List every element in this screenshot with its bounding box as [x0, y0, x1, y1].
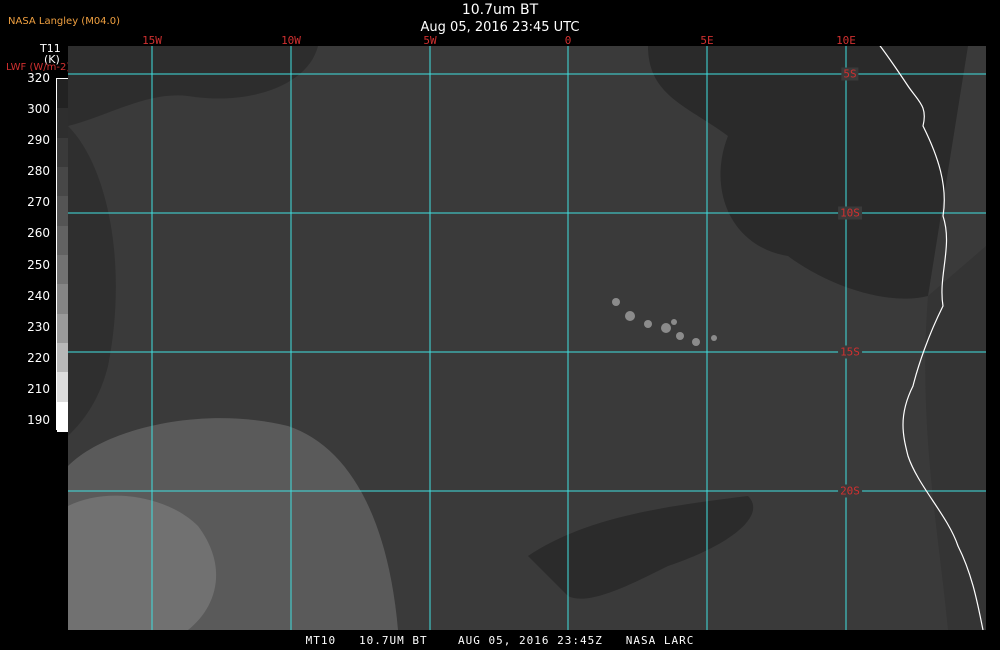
longitude-label: 5E	[700, 34, 714, 47]
colorbar-tick-label: 190	[27, 413, 50, 427]
colorbar-tick-label: 240	[27, 288, 50, 303]
longitude-label: 0	[564, 34, 572, 47]
product-title: 10.7um BT	[461, 2, 539, 18]
colorbar-tick-label: 250	[27, 257, 50, 272]
colorbar-tick-label: 260	[27, 226, 50, 241]
colorbar-tick-label: 230	[27, 319, 50, 334]
cloud-cell	[661, 323, 671, 333]
cloud-field	[68, 46, 986, 630]
latitude-label: 20S	[838, 484, 862, 498]
latitude-label: 15S	[838, 345, 862, 359]
land-east	[925, 246, 986, 630]
land-dark-northeast	[648, 46, 968, 299]
colorbar-tick-label: 300	[27, 102, 50, 117]
footer-caption: MT10 10.7UM BT AUG 05, 2016 23:45Z NASA …	[305, 634, 695, 647]
cloud-cell	[671, 319, 677, 325]
timestamp: Aug 05, 2016 23:45 UTC	[420, 20, 580, 35]
map-canvas	[68, 46, 986, 630]
cloud-cell	[625, 311, 635, 321]
cloud-region-north	[68, 46, 318, 126]
colorbar-tick-label: 290	[27, 133, 50, 148]
colorbar-tick-label: 210	[27, 381, 50, 396]
colorbar-tick-label: 270	[27, 195, 50, 210]
longitude-label: 5W	[423, 34, 437, 47]
colorbar-tick-label: 220	[27, 350, 50, 365]
cloud-band-south	[528, 496, 754, 599]
longitude-label: 10E	[836, 34, 856, 47]
cloud-cell	[692, 338, 700, 346]
small-clouds	[612, 298, 717, 346]
longitude-label: 10W	[281, 34, 301, 47]
colorbar-tick-label: 280	[27, 164, 50, 179]
cloud-cell	[676, 332, 684, 340]
cloud-cell	[612, 298, 620, 306]
cloud-region-west	[68, 126, 116, 436]
latitude-label: 10S	[838, 206, 862, 220]
satellite-image	[68, 46, 986, 630]
provider-label: NASA Langley (M04.0)	[8, 16, 120, 27]
cloud-cell	[711, 335, 717, 341]
longitude-label: 15W	[142, 34, 162, 47]
colorbar-tick-label: 320	[27, 71, 50, 85]
cloud-cell	[644, 320, 652, 328]
latitude-label: 5S	[841, 67, 859, 81]
